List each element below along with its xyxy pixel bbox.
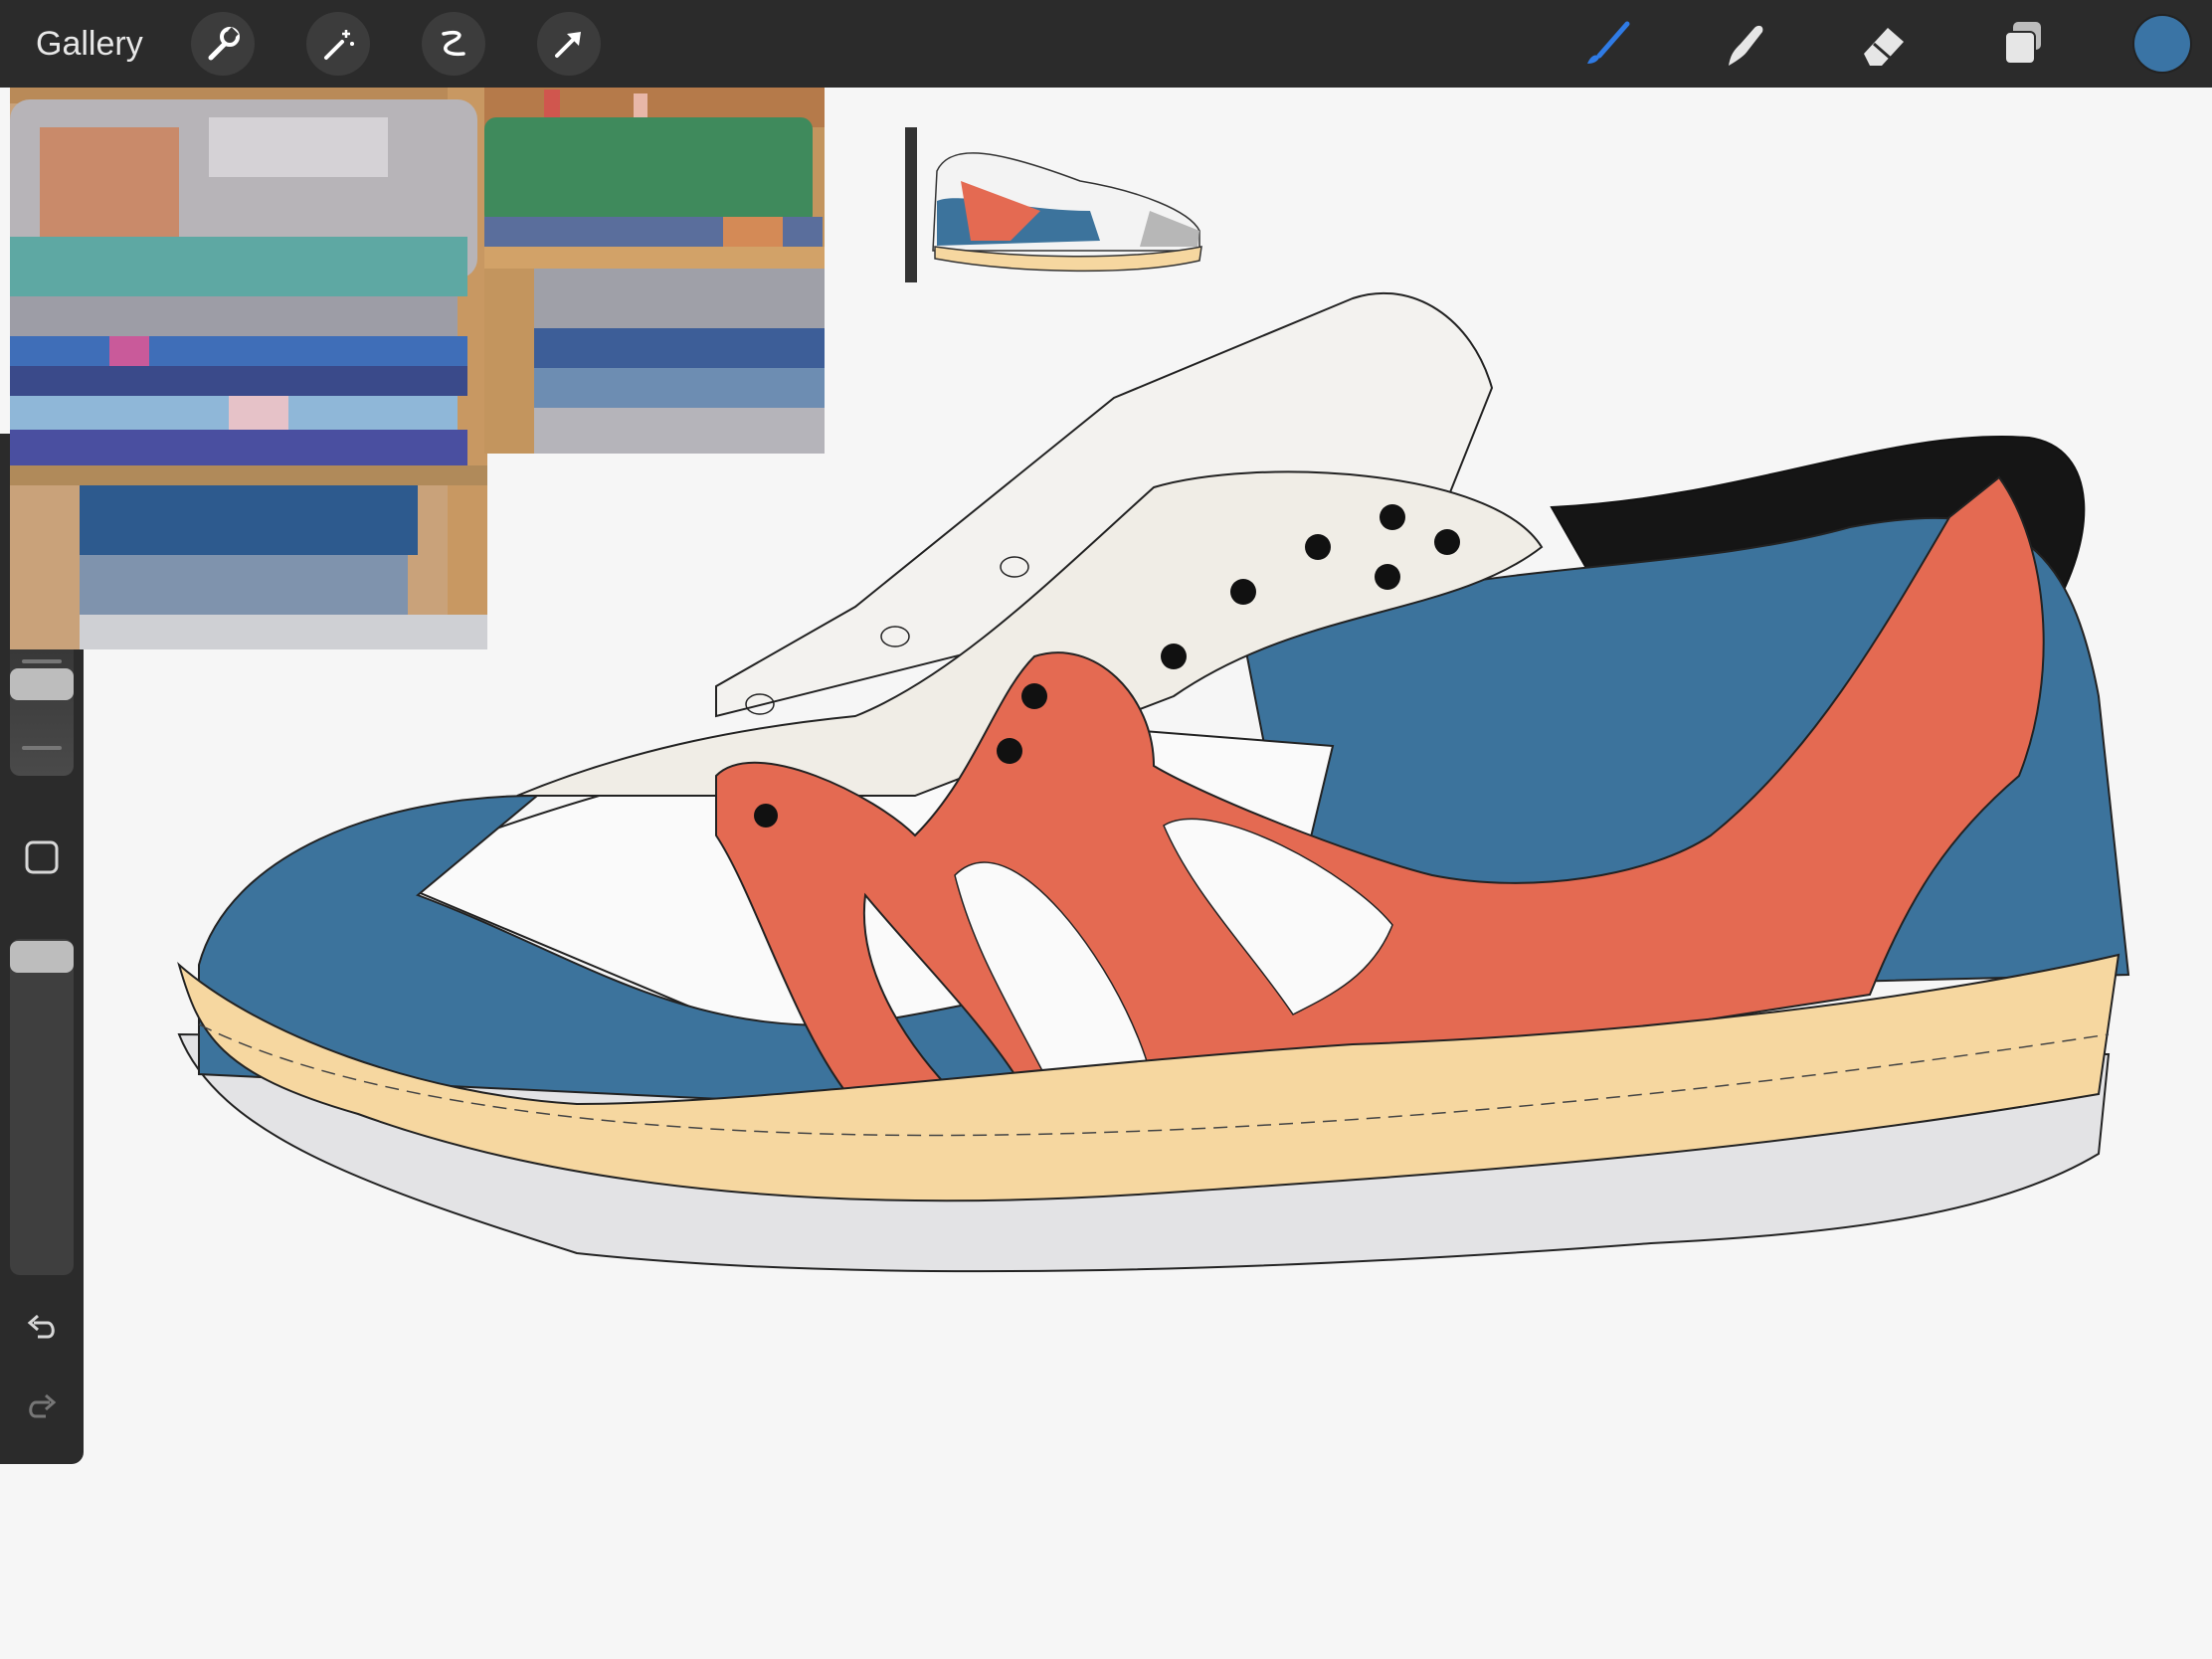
modify-square-icon[interactable] — [22, 837, 62, 877]
shoe-thumbnail[interactable] — [901, 121, 1225, 286]
redo-icon[interactable] — [22, 1386, 62, 1426]
top-toolbar: Gallery — [0, 0, 2212, 88]
selection-icon[interactable] — [422, 12, 485, 76]
transform-arrow-icon[interactable] — [537, 12, 601, 76]
smudge-icon[interactable] — [1709, 8, 1780, 80]
slider-tick — [22, 659, 62, 663]
color-swatch-button[interactable] — [2134, 16, 2190, 72]
opacity-slider[interactable] — [10, 939, 74, 1275]
brush-icon[interactable] — [1571, 8, 1643, 80]
magic-wand-icon[interactable] — [306, 12, 370, 76]
undo-icon[interactable] — [22, 1307, 62, 1347]
eraser-icon[interactable] — [1848, 8, 1920, 80]
slider-tick — [22, 746, 62, 750]
wrench-icon[interactable] — [191, 12, 255, 76]
gallery-button[interactable]: Gallery — [36, 20, 143, 68]
layers-icon[interactable] — [1987, 8, 2059, 80]
sneaker-drawing-canvas[interactable] — [159, 278, 2138, 1313]
opacity-slider-knob[interactable] — [10, 941, 74, 973]
brush-size-slider-knob[interactable] — [10, 668, 74, 700]
